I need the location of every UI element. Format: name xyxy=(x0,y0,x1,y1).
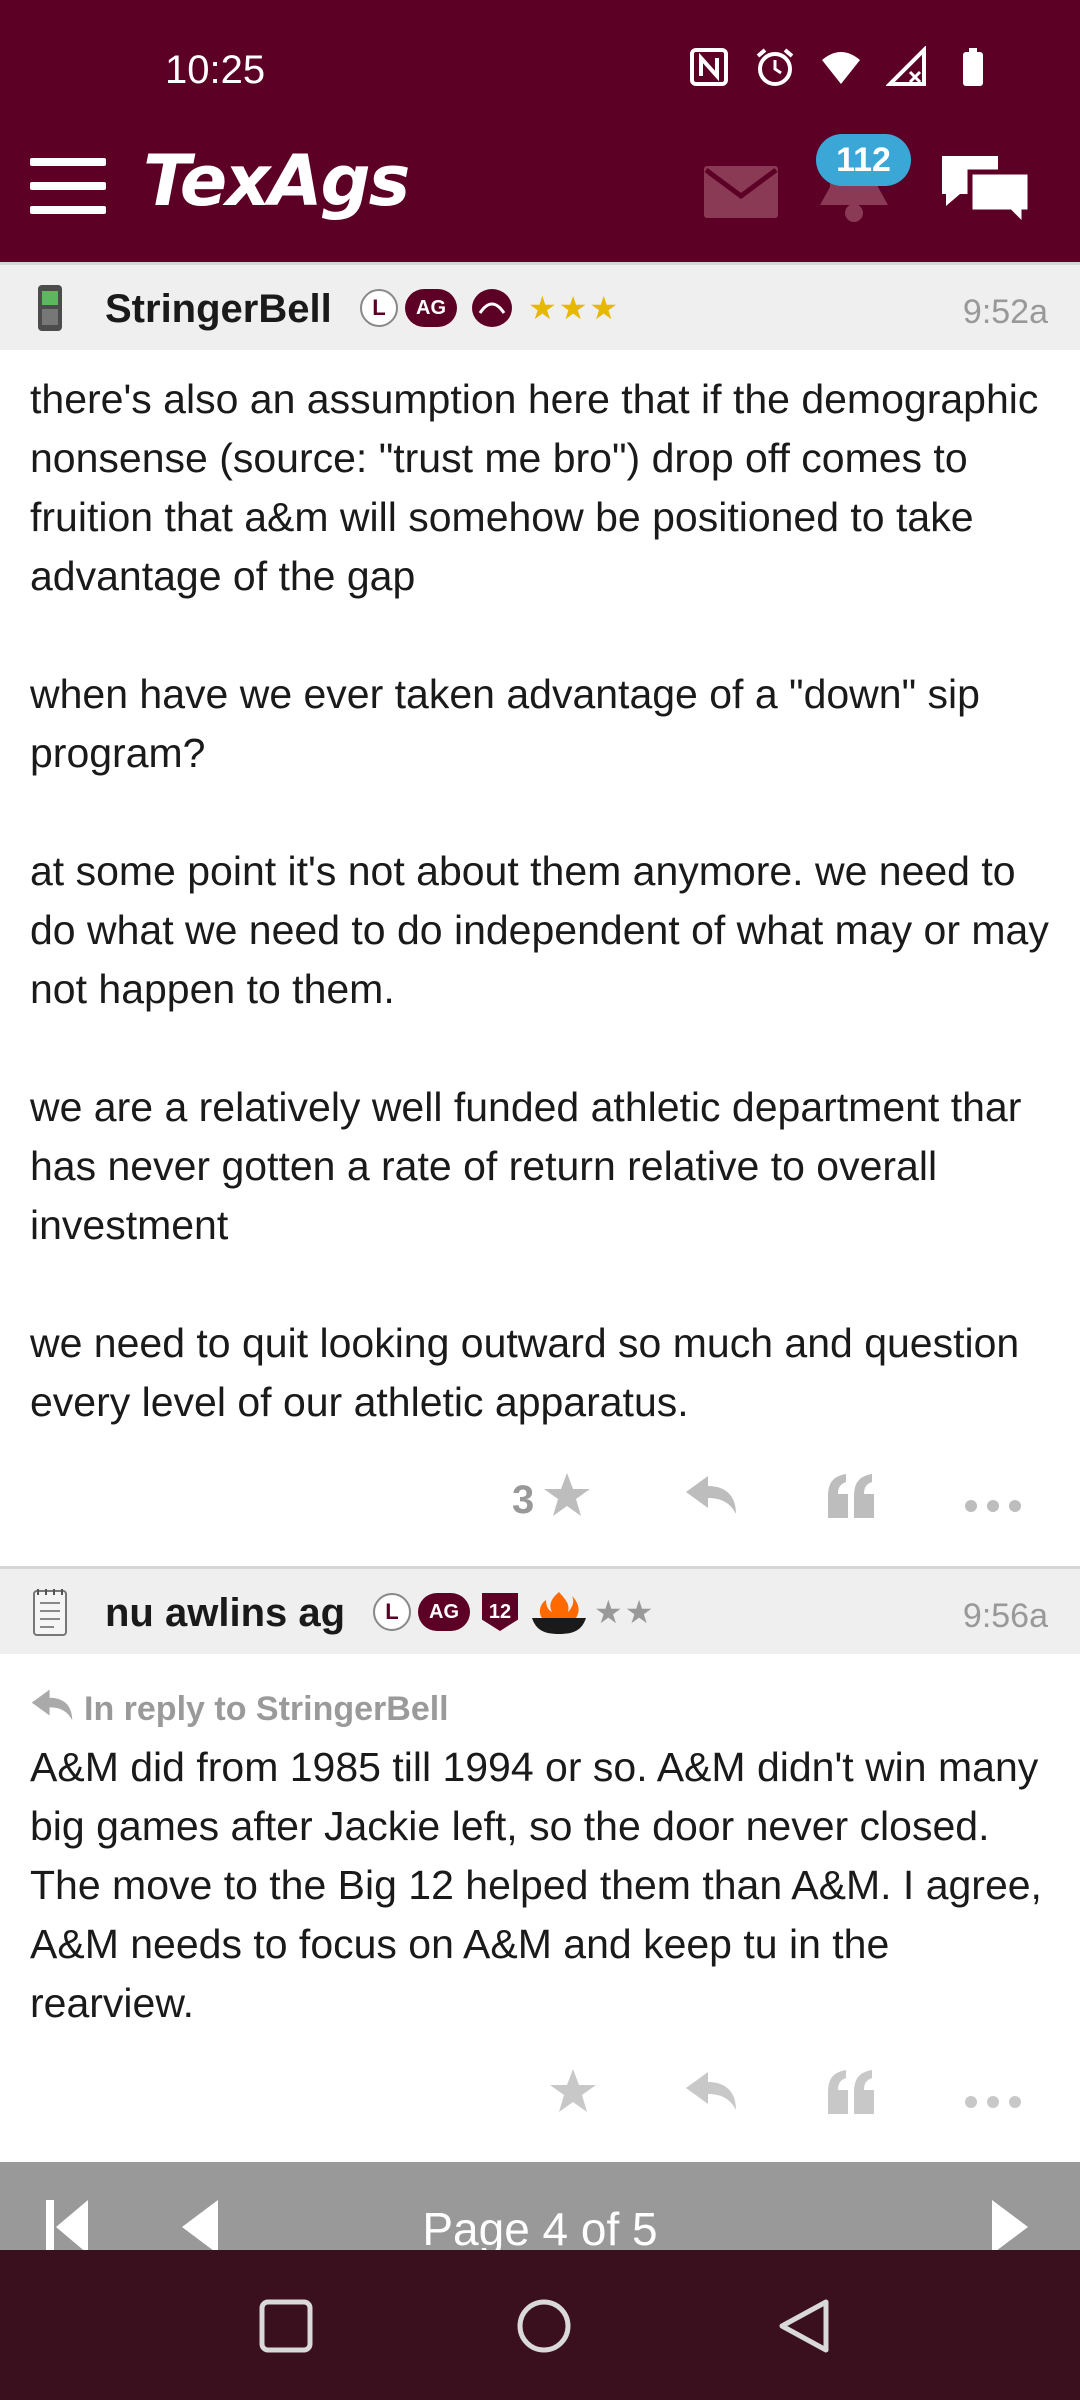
menu-icon[interactable] xyxy=(30,158,106,214)
reply-icon xyxy=(684,2070,738,2122)
more-icon xyxy=(964,1478,1022,1523)
ag-badge: AG xyxy=(405,289,457,327)
post-time: 9:52a xyxy=(962,293,1048,331)
quote-button[interactable] xyxy=(826,1460,876,1540)
app-header: 10:25 TexAgs 112 xyxy=(0,0,1080,262)
reply-reference[interactable]: In reply to StringerBell xyxy=(30,1688,449,1731)
emblem-badge-icon xyxy=(472,289,512,327)
fire-pot-icon xyxy=(530,1592,588,1634)
post-actions: 3 xyxy=(0,1460,1080,1540)
star-button[interactable]: 3 xyxy=(512,1460,592,1540)
mail-icon[interactable] xyxy=(704,166,778,218)
post-username[interactable]: nu awlins ag xyxy=(105,1591,345,1636)
more-icon xyxy=(964,2074,1022,2119)
lifetime-badge: L xyxy=(360,289,398,327)
home-icon[interactable] xyxy=(516,2298,572,2359)
alarm-icon xyxy=(754,46,796,93)
system-nav-bar xyxy=(0,2250,1080,2400)
reply-button[interactable] xyxy=(684,1460,738,1540)
chat-icon[interactable] xyxy=(936,150,1036,233)
ag-badge: AG xyxy=(418,1593,470,1631)
reply-icon xyxy=(30,1688,74,1731)
texags-logo[interactable]: TexAgs xyxy=(143,140,410,222)
post-header: StringerBell L AG ★★★ 9:52a xyxy=(0,262,1080,350)
page-indicator[interactable]: Page 4 of 5 xyxy=(0,2202,1080,2250)
post-body: A&M did from 1985 till 1994 or so. A&M d… xyxy=(30,1744,1042,2026)
post-time: 9:56a xyxy=(962,1597,1048,1635)
signal-icon xyxy=(885,45,928,93)
status-time: 10:25 xyxy=(165,48,266,92)
star-icon xyxy=(548,2067,598,2125)
star-icon xyxy=(542,1471,592,1529)
reply-icon xyxy=(684,1474,738,1526)
star-count: 3 xyxy=(512,1477,535,1522)
lifetime-badge: L xyxy=(373,1593,411,1631)
status-icons xyxy=(688,45,994,93)
reply-button[interactable] xyxy=(684,2056,738,2136)
quote-button[interactable] xyxy=(826,2056,876,2136)
quote-icon xyxy=(826,2068,876,2124)
quote-icon xyxy=(826,1472,876,1528)
nfc-icon xyxy=(688,46,730,93)
more-button[interactable] xyxy=(964,2056,1022,2136)
reply-to-label: In reply to StringerBell xyxy=(84,1690,449,1728)
notification-badge[interactable]: 112 xyxy=(816,134,911,186)
member-stars: ★★★ xyxy=(528,290,621,326)
wifi-icon xyxy=(820,46,862,93)
phone-avatar-icon[interactable] xyxy=(30,283,70,333)
pagination-bar: Page 4 of 5 xyxy=(0,2162,1080,2250)
twelfth-man-badge: 12 xyxy=(482,1593,518,1631)
more-button[interactable] xyxy=(964,1460,1022,1540)
post-header: nu awlins ag L AG 12 ★★ 9:56a xyxy=(0,1566,1080,1654)
recents-icon[interactable] xyxy=(258,2298,314,2359)
post-username[interactable]: StringerBell xyxy=(105,287,332,332)
next-page-icon[interactable] xyxy=(990,2200,1030,2250)
battery-icon xyxy=(952,46,994,93)
back-icon[interactable] xyxy=(776,2298,832,2359)
star-button[interactable] xyxy=(548,2056,598,2136)
member-stars: ★★ xyxy=(594,1594,656,1630)
notepad-avatar-icon[interactable] xyxy=(30,1587,70,1637)
post-actions xyxy=(0,2056,1080,2136)
post-body: there's also an assumption here that if … xyxy=(30,376,1049,1425)
